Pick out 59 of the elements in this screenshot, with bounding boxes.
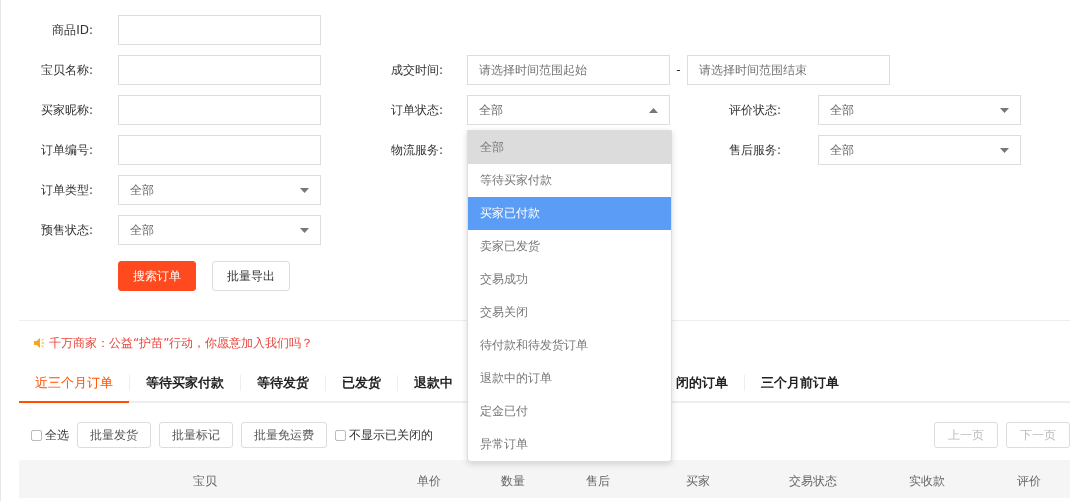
dropdown-option[interactable]: 待付款和待发货订单 — [468, 329, 671, 362]
input-field[interactable] — [118, 95, 321, 125]
checkbox[interactable] — [31, 429, 42, 441]
select-field[interactable]: 全部 — [118, 175, 321, 205]
batch-button[interactable]: 批量发货 — [77, 422, 151, 448]
field-label: 商品ID: — [51, 21, 93, 39]
column-header: 单价 — [416, 472, 442, 490]
caret-icon — [300, 187, 309, 193]
field-label: 宝贝名称: — [39, 61, 93, 79]
field-label: 订单状态: — [391, 101, 445, 119]
notice-text[interactable]: 千万商家：公益“护苗”行动，你愿意加入我们吗？ — [49, 334, 314, 352]
checkbox-label: 全选 — [45, 426, 69, 444]
order-tab[interactable]: 已发货 — [326, 365, 397, 403]
order-tab[interactable]: 退款中 — [398, 365, 469, 403]
field-label: 预售状态: — [39, 221, 93, 239]
select-field[interactable]: 全部 — [818, 95, 1021, 125]
field-label: 成交时间: — [391, 61, 445, 79]
search-orders-button[interactable]: 搜索订单 — [118, 261, 196, 291]
field-label: 评价状态: — [729, 101, 783, 119]
checkbox[interactable] — [335, 429, 346, 441]
order-tab[interactable]: 等待买家付款 — [130, 365, 240, 403]
column-header: 交易状态 — [788, 472, 838, 490]
caret-icon — [300, 227, 309, 233]
dropdown-option[interactable]: 等待买家付款 — [468, 164, 671, 197]
date-start-field[interactable]: 请选择时间范围起始 — [467, 55, 670, 85]
dropdown-option[interactable]: 交易关闭 — [468, 296, 671, 329]
range-separator: - — [675, 63, 682, 77]
dropdown-option[interactable]: 异常订单 — [468, 428, 671, 461]
speaker-icon — [33, 337, 45, 349]
input-field[interactable] — [118, 135, 321, 165]
caret-icon — [649, 107, 658, 113]
input-field[interactable] — [118, 55, 321, 85]
checkbox-label: 不显示已关闭的 — [349, 426, 433, 444]
field-label: 订单编号: — [39, 141, 93, 159]
column-header: 售后 — [585, 472, 611, 490]
dropdown-option[interactable]: 交易成功 — [468, 263, 671, 296]
batch-button[interactable]: 批量标记 — [159, 422, 233, 448]
date-end-field[interactable]: 请选择时间范围结束 — [687, 55, 890, 85]
field-label: 物流服务: — [391, 141, 445, 159]
field-label: 买家昵称: — [39, 101, 93, 119]
column-header: 实收款 — [908, 472, 946, 490]
dropdown-option[interactable]: 全部 — [468, 131, 671, 164]
select-field[interactable]: 全部 — [118, 215, 321, 245]
column-header: 评价 — [1016, 472, 1042, 490]
column-header: 数量 — [500, 472, 526, 490]
order-tab[interactable]: 三个月前订单 — [745, 365, 855, 403]
column-header: 宝贝 — [192, 472, 218, 490]
field-label: 订单类型: — [39, 181, 93, 199]
dropdown-option[interactable]: 卖家已发货 — [468, 230, 671, 263]
select-field[interactable]: 全部 — [818, 135, 1021, 165]
order-tab[interactable]: 近三个月订单 — [19, 365, 129, 403]
input-field[interactable] — [118, 15, 321, 45]
batch-button[interactable]: 批量免运费 — [241, 422, 327, 448]
export-button[interactable]: 批量导出 — [212, 261, 290, 291]
order-tab[interactable]: 等待发货 — [241, 365, 325, 403]
caret-icon — [1000, 107, 1009, 113]
column-header: 买家 — [685, 472, 711, 490]
field-label: 售后服务: — [729, 141, 783, 159]
caret-icon — [1000, 147, 1009, 153]
